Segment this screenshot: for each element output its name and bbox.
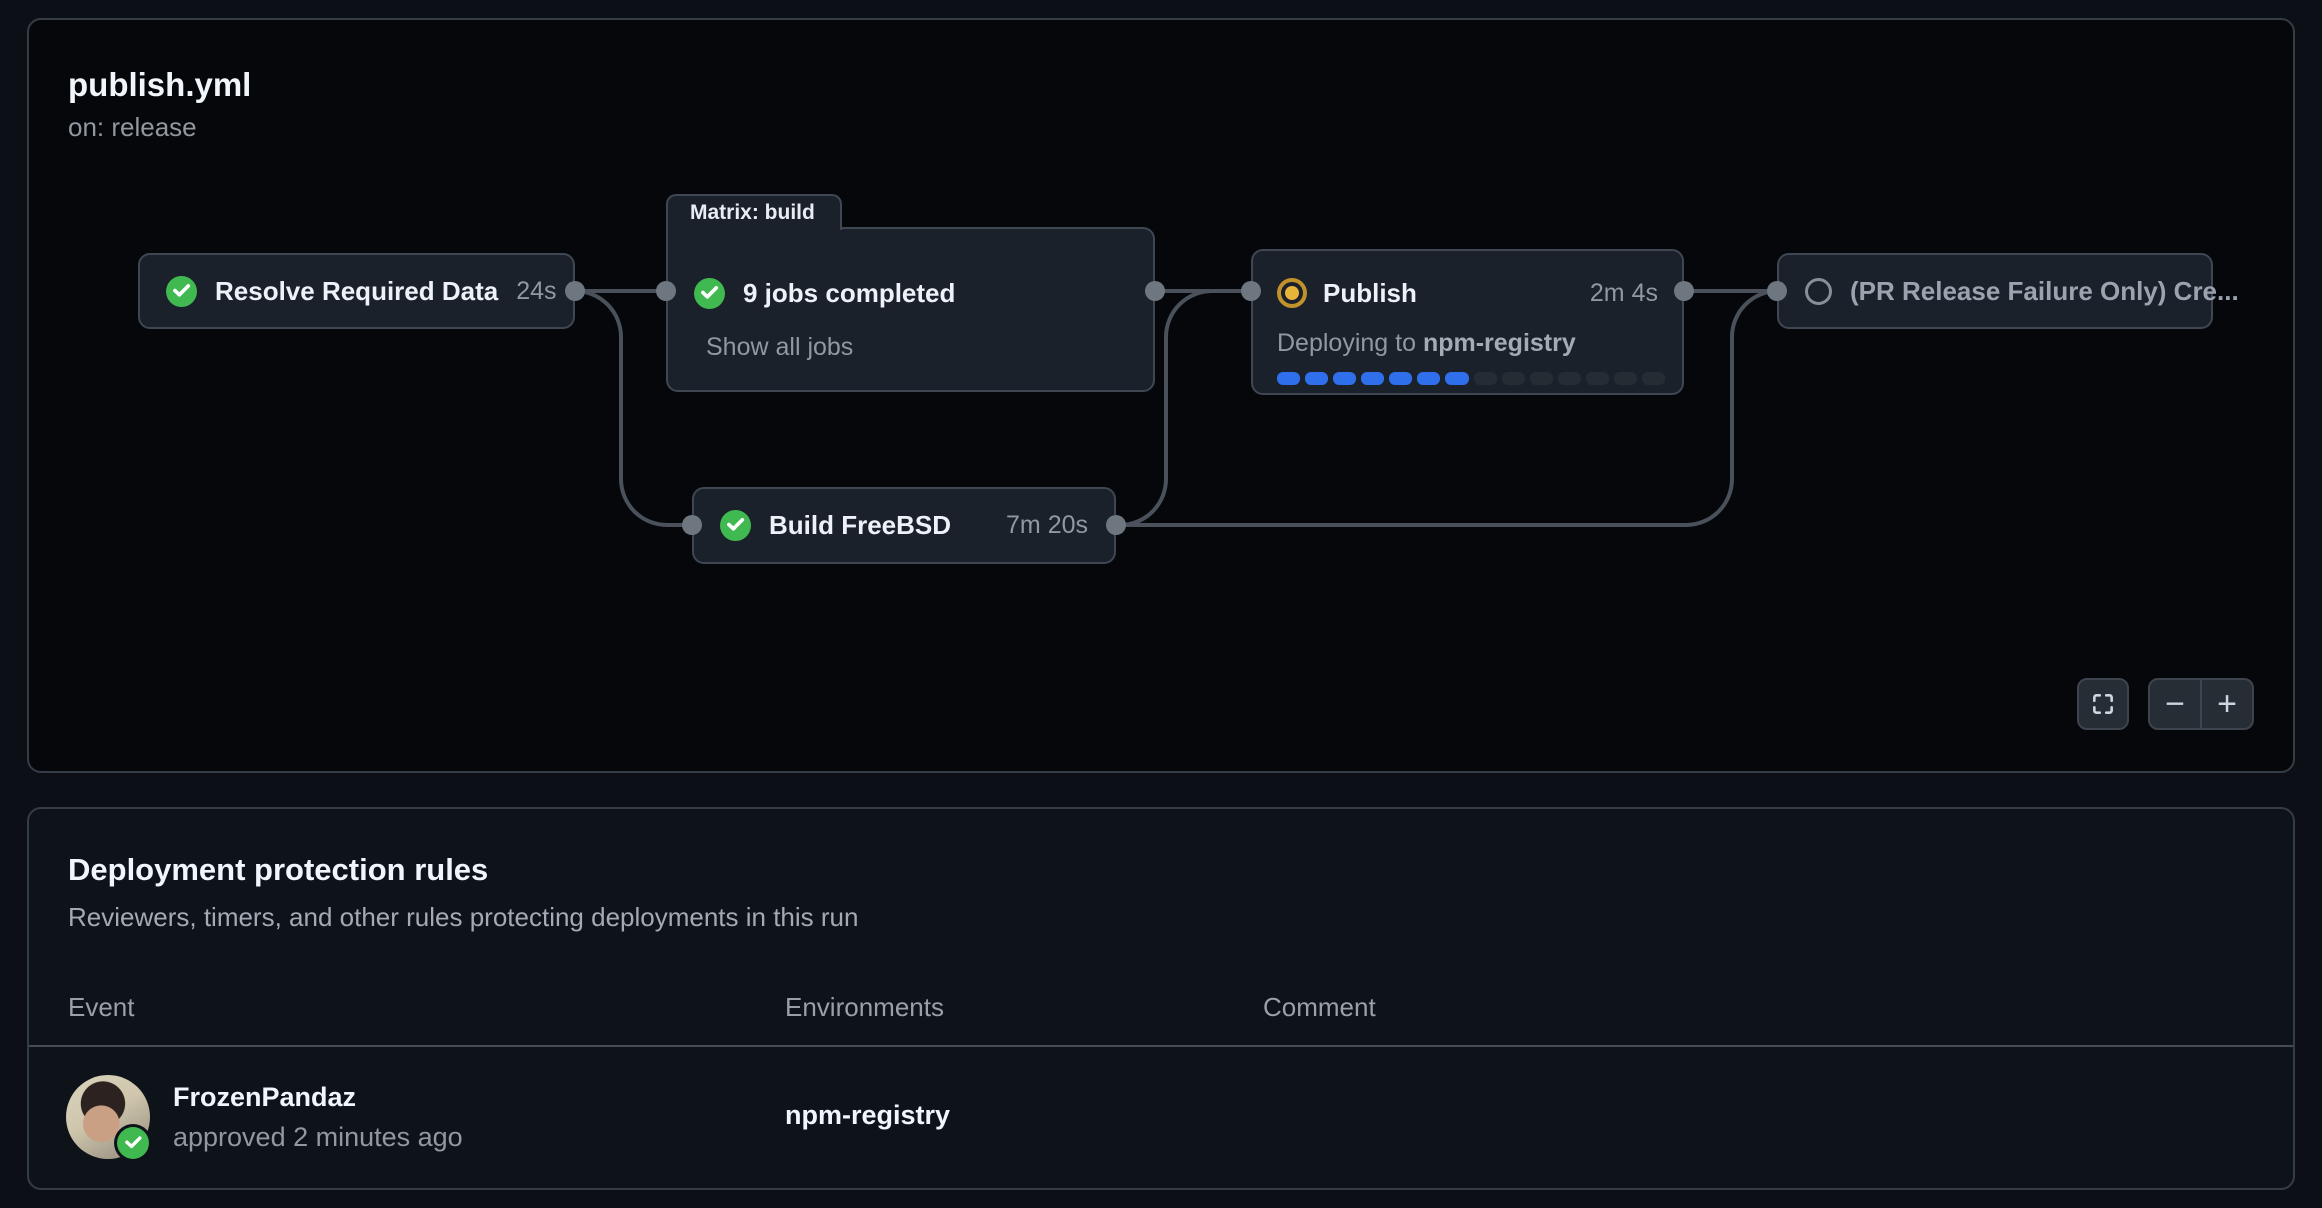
success-icon (166, 276, 197, 307)
approved-badge-icon (114, 1124, 152, 1162)
node-title: (PR Release Failure Only) Cre... (1850, 276, 2239, 307)
user-login: FrozenPandaz (173, 1082, 356, 1113)
deploy-status-text: Deploying to npm-registry (1277, 329, 1658, 358)
column-header-event: Event (68, 992, 135, 1023)
zoom-controls: − + (2148, 678, 2254, 730)
progress-segment (1445, 372, 1468, 385)
matrix-tab-label: Matrix: build (690, 201, 815, 225)
approval-status: approved 2 minutes ago (173, 1122, 463, 1153)
progress-segment (1502, 372, 1525, 385)
progress-segment (1474, 372, 1497, 385)
node-matrix-build[interactable]: 9 jobs completed Show all jobs (666, 227, 1155, 392)
progress-segment (1558, 372, 1581, 385)
progress-segment (1389, 372, 1412, 385)
node-duration: 7m 20s (1006, 511, 1088, 540)
progress-segment (1614, 372, 1637, 385)
node-title: Publish (1323, 278, 1417, 309)
progress-segment (1305, 372, 1328, 385)
progress-segment (1642, 372, 1665, 385)
table-divider (29, 1045, 2293, 1047)
environment-name: npm-registry (785, 1100, 950, 1131)
workflow-trigger: on: release (68, 112, 197, 143)
node-pr-release-failure[interactable]: (PR Release Failure Only) Cre... (1777, 253, 2213, 329)
in-progress-icon (1277, 278, 1307, 308)
node-resolve-required-data[interactable]: Resolve Required Data 24s (138, 253, 575, 329)
node-title: Build FreeBSD (769, 510, 951, 541)
zoom-in-button[interactable]: + (2202, 680, 2252, 728)
actions-run-page: publish.yml on: release Resolve Required… (0, 0, 2322, 1208)
fullscreen-button[interactable] (2077, 678, 2129, 730)
node-duration: 2m 4s (1590, 279, 1658, 308)
node-title: 9 jobs completed (743, 278, 955, 309)
workflow-graph-panel (27, 18, 2295, 773)
show-all-jobs-link[interactable]: Show all jobs (706, 333, 1127, 362)
progress-segment (1530, 372, 1553, 385)
column-header-comment: Comment (1263, 992, 1376, 1023)
matrix-tab: Matrix: build (666, 194, 842, 230)
deploy-target-text: npm-registry (1423, 329, 1576, 357)
progress-segment (1277, 372, 1300, 385)
progress-segment (1333, 372, 1356, 385)
rules-heading: Deployment protection rules (68, 852, 488, 888)
progress-segment (1586, 372, 1609, 385)
node-title: Resolve Required Data (215, 276, 498, 307)
node-duration: 24s (516, 277, 556, 306)
node-build-freebsd[interactable]: Build FreeBSD 7m 20s (692, 487, 1116, 564)
progress-segment (1361, 372, 1384, 385)
rules-description: Reviewers, timers, and other rules prote… (68, 902, 858, 933)
workflow-file-title: publish.yml (68, 66, 251, 104)
success-icon (720, 510, 751, 541)
zoom-out-button[interactable]: − (2150, 680, 2200, 728)
node-publish[interactable]: Publish 2m 4s Deploying to npm-registry (1251, 249, 1684, 395)
progress-segment (1417, 372, 1440, 385)
success-icon (694, 278, 725, 309)
expand-icon (2090, 691, 2116, 717)
deploy-progress (1277, 372, 1665, 385)
pending-icon (1805, 278, 1832, 305)
column-header-environments: Environments (785, 992, 944, 1023)
